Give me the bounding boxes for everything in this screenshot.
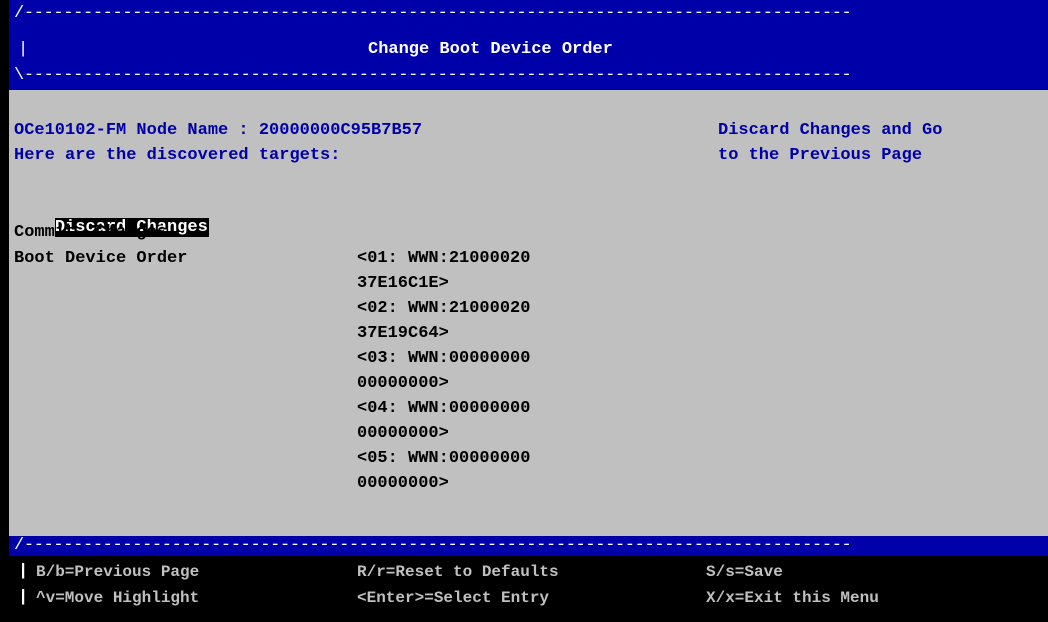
- help-text-line1: Discard Changes and Go: [718, 121, 943, 140]
- hint-reset-defaults: R/r=Reset to Defaults: [357, 563, 559, 581]
- boot-device-order-label: Boot Device Order: [14, 249, 188, 268]
- boot-device-entry-1-cont: 37E16C1E>: [357, 274, 449, 293]
- bios-screen: /---------------------------------------…: [0, 0, 1048, 622]
- header-bottom-border: \---------------------------------------…: [14, 66, 852, 85]
- boot-device-entry-3-cont: 00000000>: [357, 374, 449, 393]
- page-title: Change Boot Device Order: [368, 40, 613, 59]
- screen-edge: [0, 0, 9, 622]
- footer-top-border: /---------------------------------------…: [14, 536, 852, 555]
- header-left-bar: |: [18, 40, 28, 59]
- header-top-border: /---------------------------------------…: [14, 4, 852, 23]
- hint-select-entry: <Enter>=Select Entry: [357, 589, 550, 607]
- boot-device-entry-3[interactable]: <03: WWN:00000000: [357, 349, 530, 369]
- hint-move-highlight: ^v=Move Highlight: [36, 589, 200, 607]
- boot-device-entry-2[interactable]: <02: WWN:21000020: [357, 299, 530, 319]
- boot-device-entry-5[interactable]: <05: WWN:00000000: [357, 449, 530, 469]
- commit-changes-item[interactable]: Commit Changes: [14, 223, 167, 243]
- targets-label: Here are the discovered targets:: [14, 146, 341, 165]
- hint-previous-page: B/b=Previous Page: [36, 563, 200, 581]
- boot-device-entry-2-cont: 37E19C64>: [357, 324, 449, 343]
- hint-exit-menu: X/x=Exit this Menu: [706, 589, 879, 607]
- boot-device-entry-1[interactable]: <01: WWN:21000020: [357, 249, 530, 269]
- footer-left-bar-1: |: [18, 562, 29, 581]
- boot-device-entry-4-cont: 00000000>: [357, 424, 449, 443]
- boot-device-entry-4[interactable]: <04: WWN:00000000: [357, 399, 530, 419]
- node-name-label: OCe10102-FM Node Name : 20000000C95B7B57: [14, 121, 423, 140]
- footer-left-bar-2: |: [18, 588, 29, 607]
- help-text-line2: to the Previous Page: [718, 146, 923, 165]
- boot-device-entry-5-cont: 00000000>: [357, 474, 449, 493]
- hint-save: S/s=Save: [706, 563, 783, 581]
